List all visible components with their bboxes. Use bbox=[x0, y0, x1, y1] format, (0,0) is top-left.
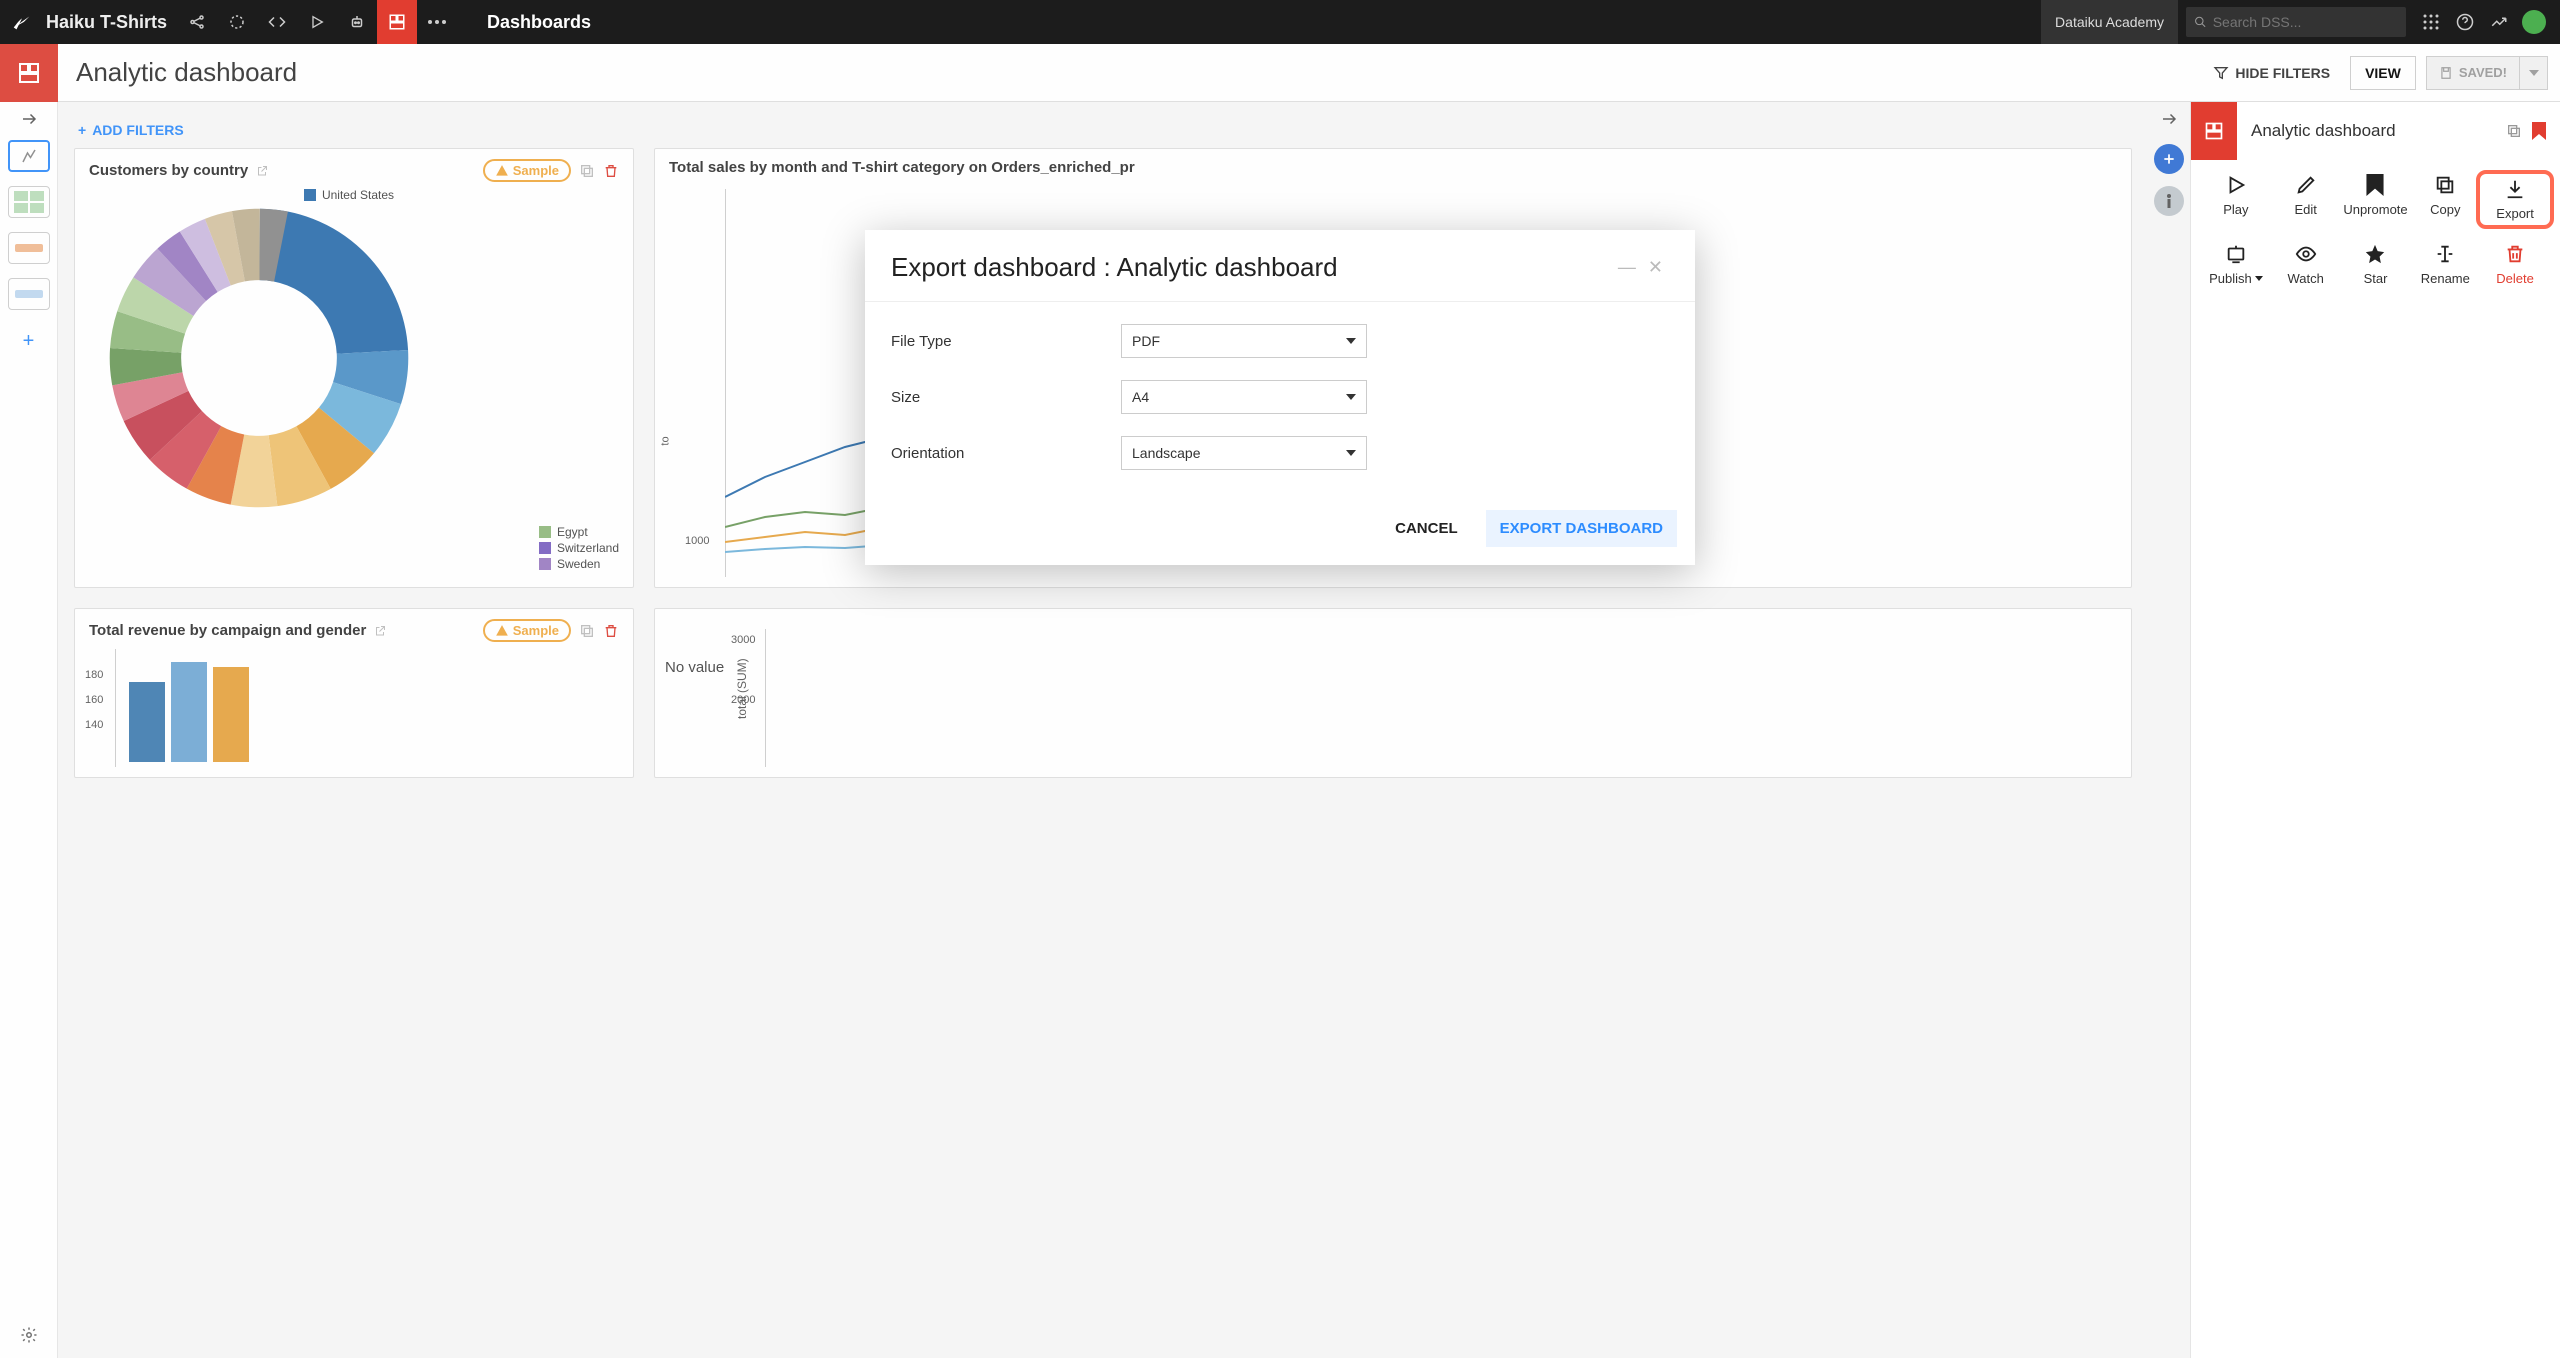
orientation-select[interactable]: Landscape bbox=[1121, 436, 1367, 470]
chevron-down-icon bbox=[1346, 338, 1356, 344]
minimize-icon[interactable]: — bbox=[1612, 257, 1642, 278]
orientation-value: Landscape bbox=[1132, 445, 1201, 461]
file-type-value: PDF bbox=[1132, 333, 1160, 349]
modal-title: Export dashboard : Analytic dashboard bbox=[891, 252, 1612, 283]
modal-backdrop: Export dashboard : Analytic dashboard — … bbox=[0, 0, 2560, 1358]
export-dashboard-modal: Export dashboard : Analytic dashboard — … bbox=[865, 230, 1695, 565]
cancel-button[interactable]: CANCEL bbox=[1385, 512, 1468, 545]
export-dashboard-button[interactable]: EXPORT DASHBOARD bbox=[1486, 510, 1677, 547]
size-value: A4 bbox=[1132, 389, 1149, 405]
chevron-down-icon bbox=[1346, 450, 1356, 456]
file-type-label: File Type bbox=[891, 333, 1121, 350]
file-type-select[interactable]: PDF bbox=[1121, 324, 1367, 358]
chevron-down-icon bbox=[1346, 394, 1356, 400]
size-select[interactable]: A4 bbox=[1121, 380, 1367, 414]
size-label: Size bbox=[891, 389, 1121, 406]
close-icon[interactable]: ✕ bbox=[1642, 257, 1669, 278]
orientation-label: Orientation bbox=[891, 445, 1121, 462]
